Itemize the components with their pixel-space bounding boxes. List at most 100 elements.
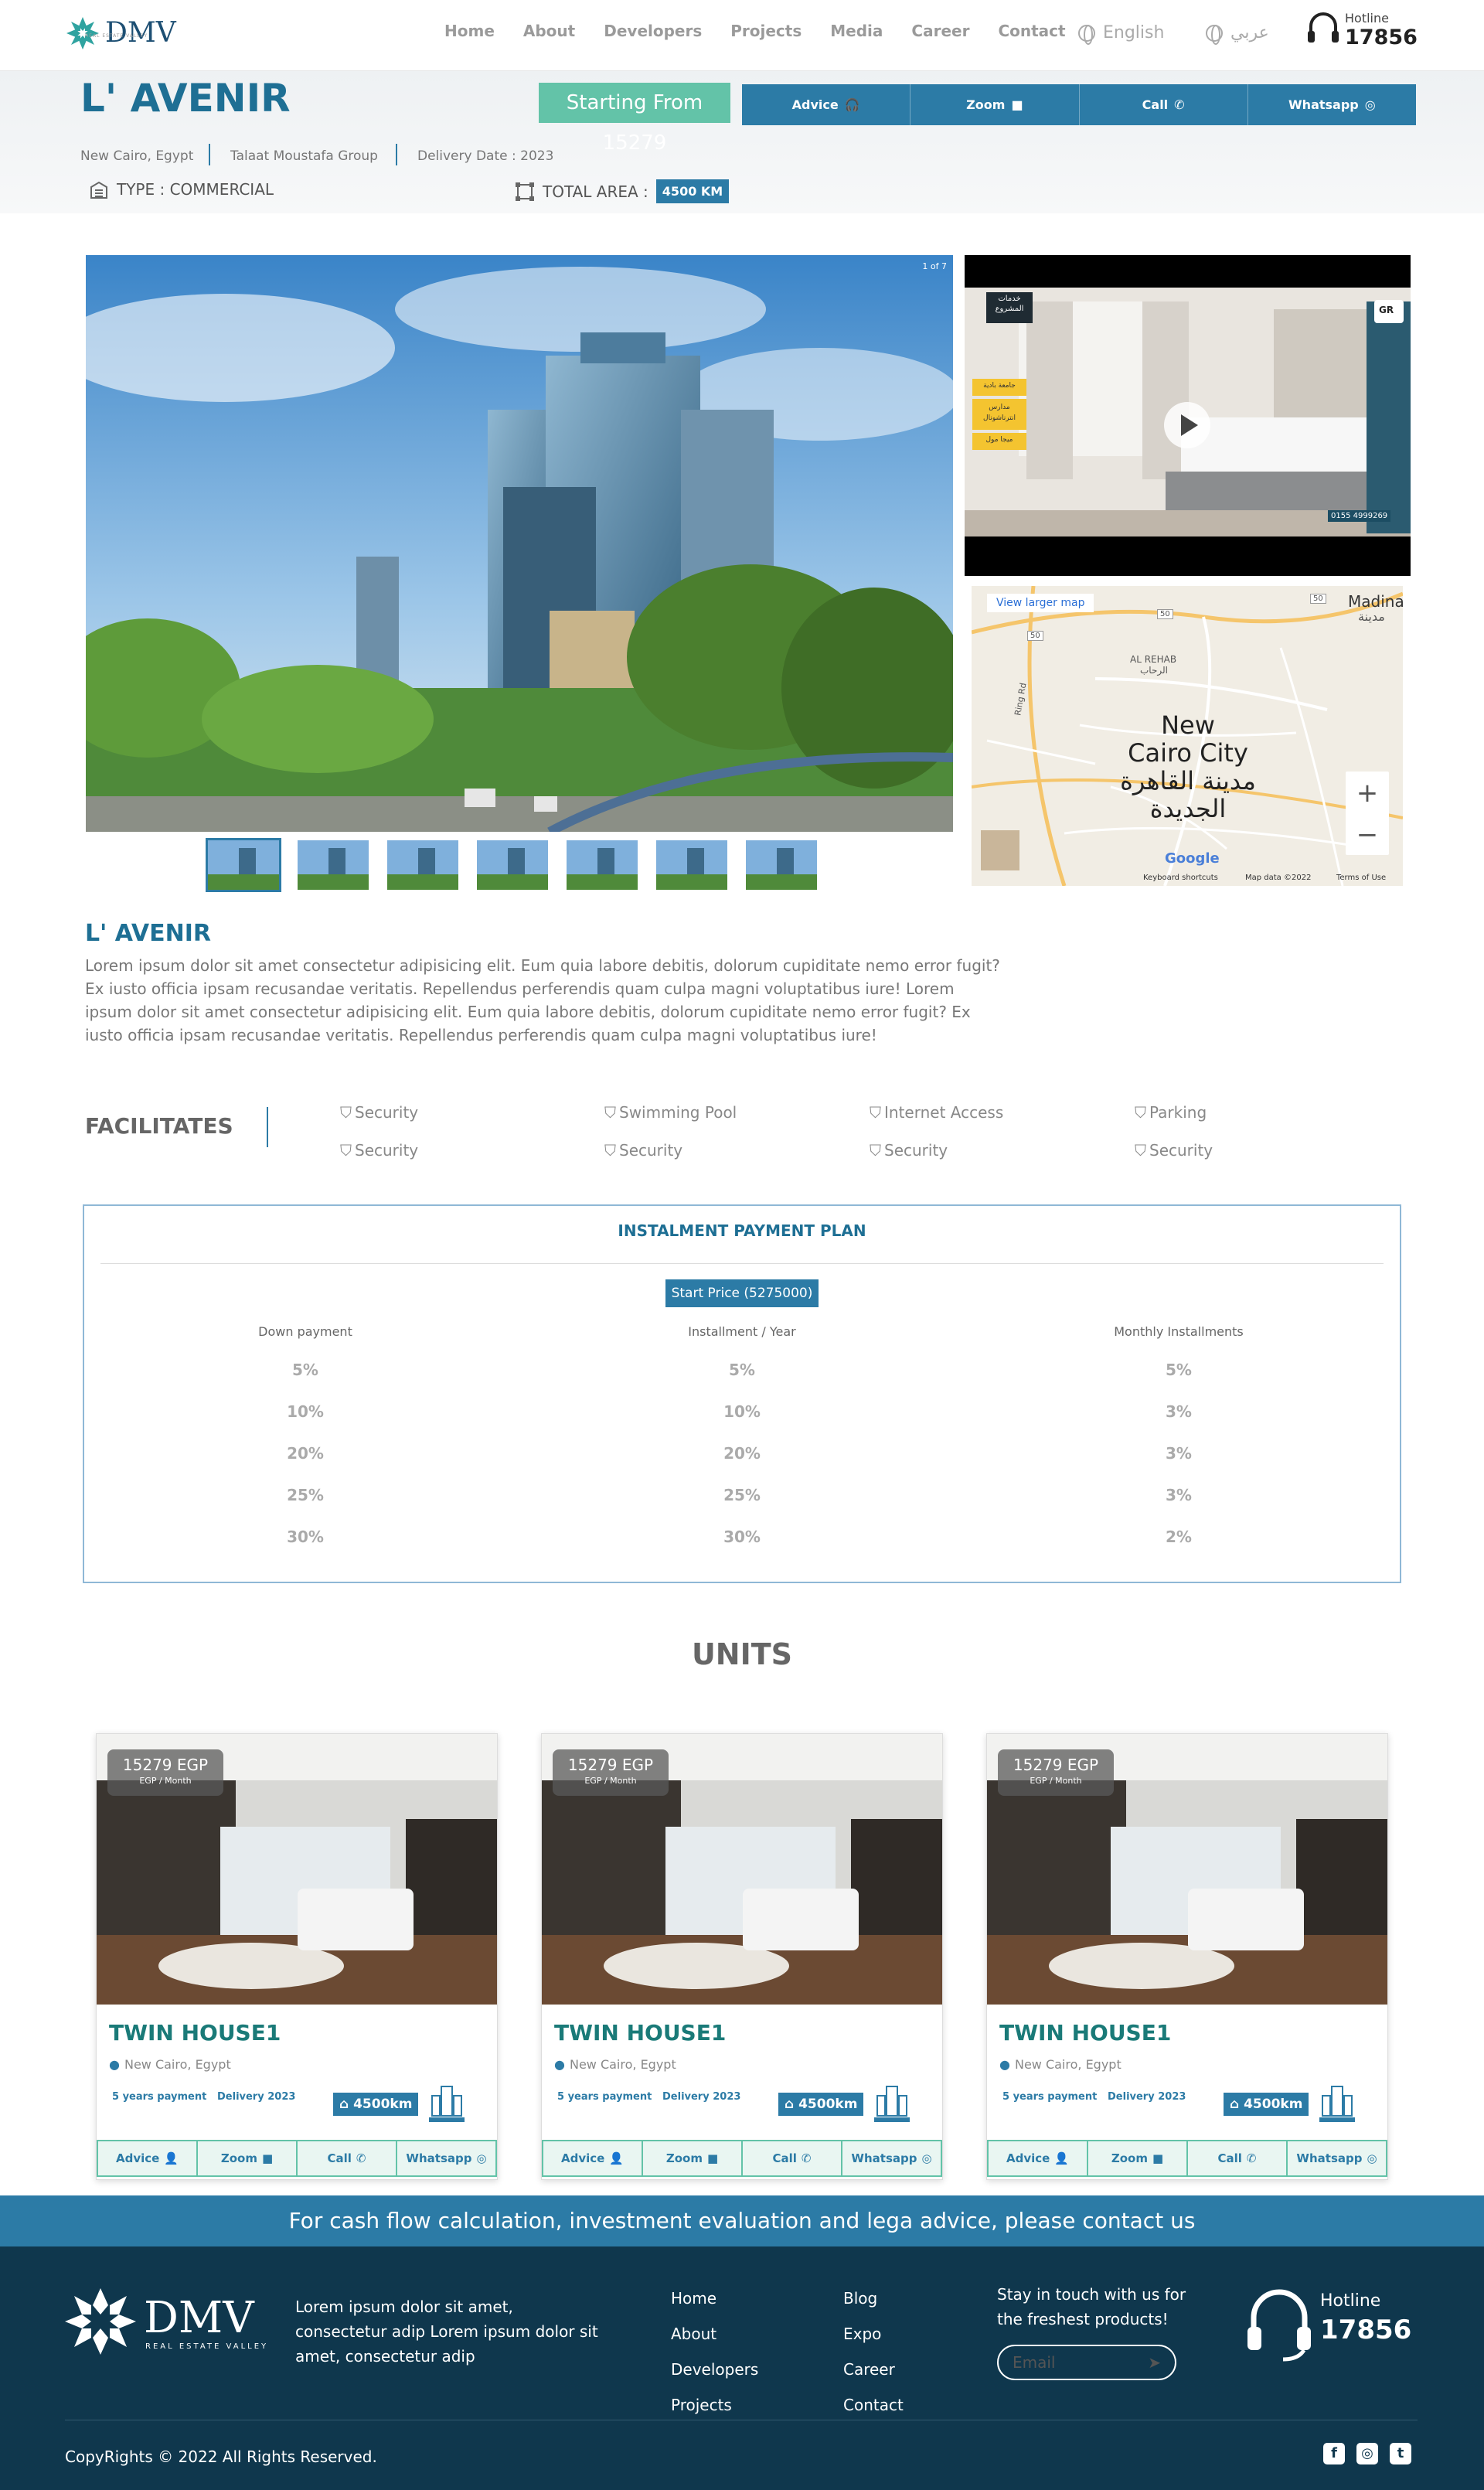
- building-icon: [90, 181, 107, 199]
- instagram-icon[interactable]: ◎: [1356, 2443, 1378, 2464]
- unit-price-period: EGP / Month: [1030, 1776, 1082, 1786]
- call-button[interactable]: Call ✆: [1188, 2141, 1288, 2175]
- main-gallery[interactable]: 1 of 7: [86, 255, 953, 832]
- gallery-thumb[interactable]: [206, 838, 281, 892]
- nav-home[interactable]: Home: [444, 22, 495, 40]
- nav-projects[interactable]: Projects: [730, 22, 802, 40]
- footer-link-contact[interactable]: Contact: [843, 2387, 904, 2423]
- nav-contact[interactable]: Contact: [998, 22, 1065, 40]
- logo-subtitle: REAL ESTATE VALLEY: [85, 33, 148, 39]
- footer-links-1: Home About Developers Projects: [671, 2281, 758, 2423]
- project-area: TOTAL AREA : 4500 KM: [515, 179, 730, 203]
- footer-link-expo[interactable]: Expo: [843, 2316, 904, 2352]
- nav-career[interactable]: Career: [911, 22, 969, 40]
- call-button[interactable]: Call ✆: [298, 2141, 397, 2175]
- twitter-icon[interactable]: t: [1390, 2443, 1411, 2464]
- unit-card[interactable]: 15279 EGP EGP / Month TWIN HOUSE1 ● New Cair…: [96, 1733, 498, 2180]
- whatsapp-button[interactable]: Whatsapp ◎: [842, 2141, 941, 2175]
- gallery-thumb[interactable]: [295, 838, 371, 892]
- unit-title[interactable]: TWIN HOUSE1: [109, 2020, 281, 2045]
- about-title: L' AVENIR: [85, 920, 212, 947]
- pin-icon: ●: [109, 2057, 120, 2072]
- unit-action-label: Call: [772, 2151, 797, 2165]
- gallery-thumb[interactable]: [744, 838, 819, 892]
- footer-link-developers[interactable]: Developers: [671, 2352, 758, 2387]
- footer-link-projects[interactable]: Projects: [671, 2387, 758, 2423]
- project-actions: Advice 🎧 Zoom ■ Call ✆ Whatsapp ◎: [742, 84, 1416, 125]
- zoom-button[interactable]: Zoom ■: [643, 2141, 743, 2175]
- facility-label: Parking: [1149, 1103, 1207, 1122]
- zoom-button[interactable]: Zoom ■: [198, 2141, 298, 2175]
- headset-icon: [1247, 2289, 1311, 2362]
- footer-brand: DMV: [144, 2293, 254, 2343]
- header-hotline[interactable]: Hotline 17856: [1306, 11, 1418, 49]
- unit-title[interactable]: TWIN HOUSE1: [554, 2020, 726, 2045]
- footer-link-career[interactable]: Career: [843, 2352, 904, 2387]
- whatsapp-icon: ◎: [476, 2151, 487, 2165]
- call-label: Call: [1142, 97, 1169, 112]
- lang-arabic[interactable]: عربي: [1206, 23, 1269, 45]
- unit-area: 4500km: [353, 2097, 413, 2112]
- zoom-button[interactable]: Zoom ■: [910, 84, 1080, 125]
- project-developer[interactable]: Talaat Moustafa Group: [230, 148, 378, 164]
- unit-card[interactable]: 15279 EGP EGP / Month TWIN HOUSE1 ● New Cair…: [541, 1733, 943, 2180]
- video-overlay-university: جامعة بادية: [983, 382, 1016, 390]
- unit-location: ● New Cairo, Egypt: [999, 2057, 1122, 2072]
- map-terms-link[interactable]: Terms of Use: [1336, 874, 1386, 882]
- user-icon: 👤: [609, 2151, 625, 2165]
- footer-link-blog[interactable]: Blog: [843, 2281, 904, 2316]
- phone-icon: ✆: [1246, 2151, 1257, 2165]
- site-header: DMV REAL ESTATE VALLEY Home About Develo…: [0, 0, 1484, 71]
- call-button[interactable]: Call ✆: [1080, 84, 1248, 125]
- whatsapp-label: Whatsapp: [1288, 97, 1359, 112]
- gallery-thumb[interactable]: [385, 838, 461, 892]
- whatsapp-button[interactable]: Whatsapp ◎: [1248, 84, 1416, 125]
- location-map[interactable]: View larger map Madina مدينة AL REHAB ال…: [972, 586, 1403, 886]
- newsletter-email-field[interactable]: Email ➤: [997, 2345, 1176, 2380]
- gallery-thumb[interactable]: [475, 838, 550, 892]
- units-title: UNITS: [691, 1637, 793, 1671]
- project-title: L' AVENIR: [80, 76, 291, 121]
- call-button[interactable]: Call ✆: [743, 2141, 842, 2175]
- map-zoom-out-button[interactable]: −: [1346, 816, 1389, 854]
- advice-button[interactable]: Advice 👤: [543, 2141, 643, 2175]
- project-video[interactable]: خدمات المشروع جامعة بادية مدارس انترناشو…: [965, 255, 1411, 576]
- footer-link-home[interactable]: Home: [671, 2281, 758, 2316]
- gallery-thumb[interactable]: [654, 838, 730, 892]
- unit-title[interactable]: TWIN HOUSE1: [999, 2020, 1171, 2045]
- facebook-icon[interactable]: f: [1323, 2443, 1345, 2464]
- unit-action-label: Call: [1217, 2151, 1242, 2165]
- unit-location-label: New Cairo, Egypt: [569, 2057, 676, 2072]
- advice-button[interactable]: Advice 👤: [989, 2141, 1088, 2175]
- lang-english[interactable]: English: [1078, 23, 1164, 45]
- gallery-thumb[interactable]: [564, 838, 640, 892]
- unit-price-period: EGP / Month: [139, 1776, 192, 1786]
- whatsapp-button[interactable]: Whatsapp ◎: [1288, 2141, 1386, 2175]
- unit-photo[interactable]: 15279 EGP EGP / Month: [97, 1734, 497, 2005]
- footer-link-about[interactable]: About: [671, 2316, 758, 2352]
- unit-photo[interactable]: 15279 EGP EGP / Month: [542, 1734, 942, 2005]
- advice-button[interactable]: Advice 👤: [98, 2141, 198, 2175]
- nav-media[interactable]: Media: [830, 22, 883, 40]
- start-price-button[interactable]: Start Price (5275000): [665, 1279, 819, 1307]
- nav-about[interactable]: About: [523, 22, 575, 40]
- map-zoom-in-button[interactable]: +: [1346, 774, 1389, 812]
- unit-price: 15279 EGP: [1013, 1756, 1099, 1774]
- contact-cta-banner[interactable]: For cash flow calculation, investment ev…: [0, 2195, 1484, 2246]
- plan-cell: 10%: [287, 1402, 324, 1421]
- nav-developers[interactable]: Developers: [604, 22, 702, 40]
- unit-photo[interactable]: 15279 EGP EGP / Month: [987, 1734, 1387, 2005]
- area-label: TOTAL AREA :: [543, 182, 648, 201]
- send-icon[interactable]: ➤: [1148, 2353, 1161, 2372]
- map-keyboard-shortcuts[interactable]: Keyboard shortcuts: [1143, 874, 1218, 882]
- unit-location-label: New Cairo, Egypt: [124, 2057, 231, 2072]
- zoom-button[interactable]: Zoom ■: [1088, 2141, 1188, 2175]
- view-larger-map-link[interactable]: View larger map: [987, 594, 1094, 612]
- unit-card[interactable]: 15279 EGP EGP / Month TWIN HOUSE1 ● New Cair…: [986, 1733, 1388, 2180]
- plan-cell: 25%: [723, 1486, 761, 1504]
- col-down-payment: Down payment: [258, 1324, 352, 1339]
- facility-label: Internet Access: [884, 1103, 1004, 1122]
- whatsapp-button[interactable]: Whatsapp ◎: [397, 2141, 495, 2175]
- route-50-badge: 50: [1027, 631, 1043, 641]
- advice-button[interactable]: Advice 🎧: [742, 84, 911, 125]
